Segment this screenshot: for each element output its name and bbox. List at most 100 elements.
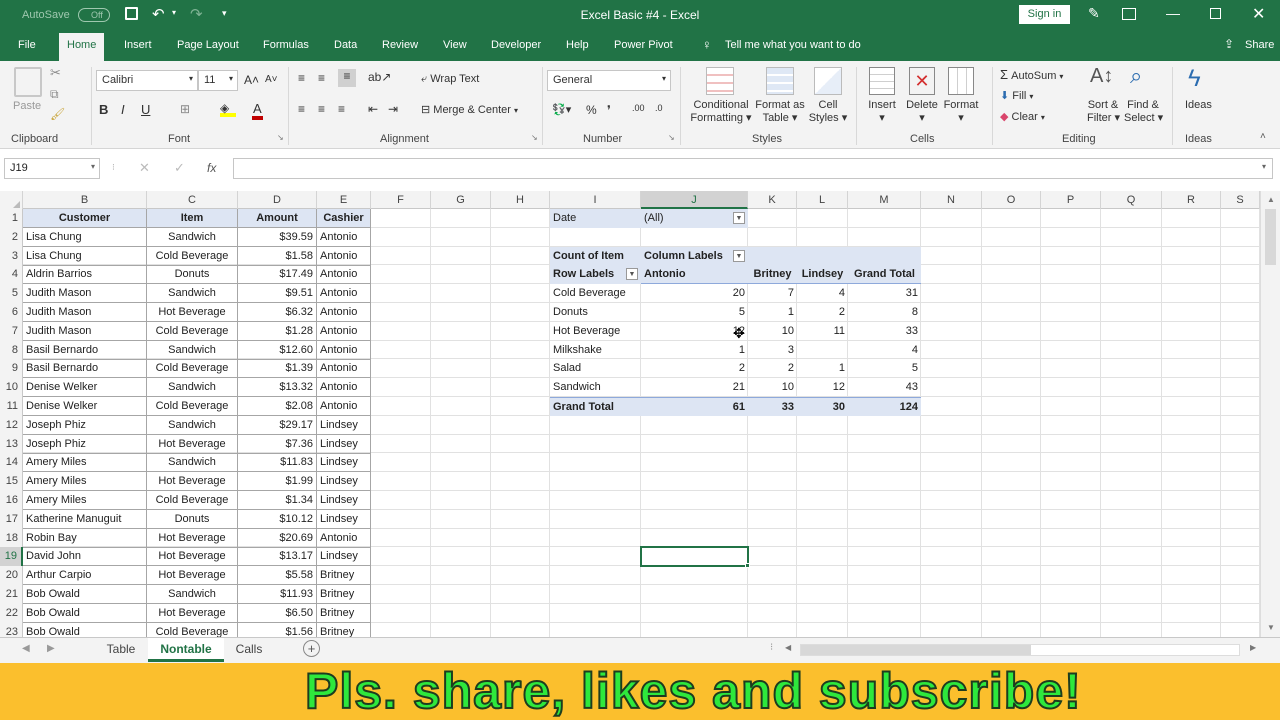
table-cell[interactable]: Basil Bernardo [23,341,147,360]
format-as-table-icon[interactable] [766,67,794,95]
tab-splitter-icon[interactable]: ⁝ [770,642,773,653]
column-header[interactable]: E [317,191,371,209]
pivot-value[interactable]: 11 [797,322,848,341]
table-header-cell[interactable]: Item [147,209,238,228]
table-cell[interactable]: Lindsey [317,453,371,472]
pivot-value[interactable]: 2 [797,303,848,322]
table-cell[interactable]: $1.58 [238,247,317,266]
table-cell[interactable]: $1.39 [238,359,317,378]
pivot-value[interactable]: 33 [848,322,921,341]
insert-cells-button[interactable]: Insert ▾ [867,99,897,124]
row-header[interactable]: 14 [0,453,23,472]
format-painter-icon[interactable]: 🖌 [50,107,65,121]
delete-cells-button[interactable]: Delete ▾ [905,99,939,124]
table-header-cell[interactable]: Customer [23,209,147,228]
tab-view[interactable]: View [443,39,467,51]
row-header[interactable]: 10 [0,378,23,397]
tab-data[interactable]: Data [334,39,357,51]
pivot-value[interactable]: 1 [797,359,848,378]
customize-qat-icon[interactable]: ▾ [222,8,227,19]
pivot-value[interactable]: 43 [848,378,921,397]
table-cell[interactable]: Britney [317,585,371,604]
row-header[interactable]: 7 [0,322,23,341]
worksheet-grid[interactable]: 1 2 3 4 5 6 7 8 9 10 11 12 13 14 15 16 17 18 19 20 21 22 23 Cus… [0,209,1260,637]
pivot-count-label[interactable]: Count of Item [550,247,641,266]
minimize-icon[interactable]: — [1166,5,1180,21]
table-cell[interactable]: $1.56 [238,623,317,637]
tell-me-search[interactable]: Tell me what you want to do [725,39,861,51]
pivot-value[interactable] [797,341,848,360]
table-cell[interactable]: $6.50 [238,604,317,623]
table-cell[interactable]: Robin Bay [23,529,147,548]
tab-home[interactable]: Home [59,33,105,61]
pivot-value[interactable]: 8 [848,303,921,322]
table-cell[interactable]: Sandwich [147,228,238,247]
table-cell[interactable]: Lindsey [317,435,371,454]
restore-icon[interactable] [1210,8,1221,19]
tab-page-layout[interactable]: Page Layout [177,39,239,51]
table-cell[interactable]: Antonio [317,322,371,341]
pivot-row-label[interactable]: Sandwich [550,378,641,397]
undo-icon[interactable]: ↶ [152,5,165,23]
pivot-value[interactable]: 31 [848,284,921,303]
align-bottom-icon[interactable]: ≡ [338,69,356,87]
find-select-button[interactable]: Find & Select ▾ [1124,99,1163,124]
table-cell[interactable]: $13.17 [238,547,317,566]
conditional-formatting-button[interactable]: Conditional Formatting ▾ [690,99,752,124]
table-cell[interactable]: Britney [317,566,371,585]
prev-sheet-icon[interactable]: ◀ [22,643,30,654]
table-cell[interactable]: $2.08 [238,397,317,416]
table-cell[interactable]: Hot Beverage [147,529,238,548]
column-header[interactable]: L [797,191,848,209]
pivot-grand-total-value[interactable]: 33 [748,397,797,416]
row-header[interactable]: 21 [0,585,23,604]
table-cell[interactable]: Aldrin Barrios [23,265,147,284]
table-cell[interactable]: Donuts [147,265,238,284]
save-icon[interactable] [125,7,138,20]
row-header[interactable]: 5 [0,284,23,303]
table-cell[interactable]: $20.69 [238,529,317,548]
row-header[interactable]: 4 [0,265,23,284]
delete-cells-icon[interactable]: ✕ [909,67,935,95]
table-cell[interactable]: $11.83 [238,453,317,472]
scroll-right-icon[interactable]: ▶ [1250,643,1256,652]
table-cell[interactable]: Bob Owald [23,585,147,604]
pivot-value[interactable]: 10 [748,322,797,341]
copy-icon[interactable]: ⧉ [50,87,59,102]
tab-developer[interactable]: Developer [491,39,541,51]
pivot-grand-total-value[interactable]: 30 [797,397,848,416]
ideas-button[interactable]: Ideas [1185,99,1212,111]
cell-styles-button[interactable]: Cell Styles ▾ [808,99,848,124]
insert-cells-icon[interactable] [869,67,895,95]
table-cell[interactable]: Sandwich [147,416,238,435]
pivot-value[interactable]: 4 [848,341,921,360]
autosave-toggle[interactable]: Off [78,8,110,22]
column-header[interactable]: O [982,191,1041,209]
row-header[interactable]: 6 [0,303,23,322]
pivot-grand-total-label[interactable]: Grand Total [550,397,641,416]
pivot-value[interactable]: 7 [748,284,797,303]
row-header[interactable]: 19 [0,547,23,566]
table-cell[interactable]: David John [23,547,147,566]
pivot-row-label[interactable]: Salad [550,359,641,378]
column-header[interactable]: Q [1101,191,1162,209]
table-cell[interactable]: Joseph Phiz [23,435,147,454]
pivot-column-header[interactable]: Antonio [641,265,748,284]
formula-input[interactable] [233,158,1273,179]
row-header[interactable]: 20 [0,566,23,585]
cell-styles-icon[interactable] [814,67,842,95]
pivot-value[interactable]: 12 [641,322,748,341]
select-all-corner[interactable] [0,191,23,209]
table-cell[interactable]: Joseph Phiz [23,416,147,435]
table-cell[interactable]: $29.17 [238,416,317,435]
column-header[interactable]: D [238,191,317,209]
table-cell[interactable]: Antonio [317,284,371,303]
number-format-dropdown[interactable]: General ▾ [547,70,671,91]
h-scrollbar-thumb[interactable] [801,645,1031,655]
table-cell[interactable]: Amery Miles [23,491,147,510]
column-header[interactable]: I [550,191,641,209]
expand-formula-bar-icon[interactable]: ▾ [1262,162,1266,171]
pivot-value[interactable]: 5 [848,359,921,378]
pivot-value[interactable]: 10 [748,378,797,397]
row-header[interactable]: 23 [0,623,23,637]
